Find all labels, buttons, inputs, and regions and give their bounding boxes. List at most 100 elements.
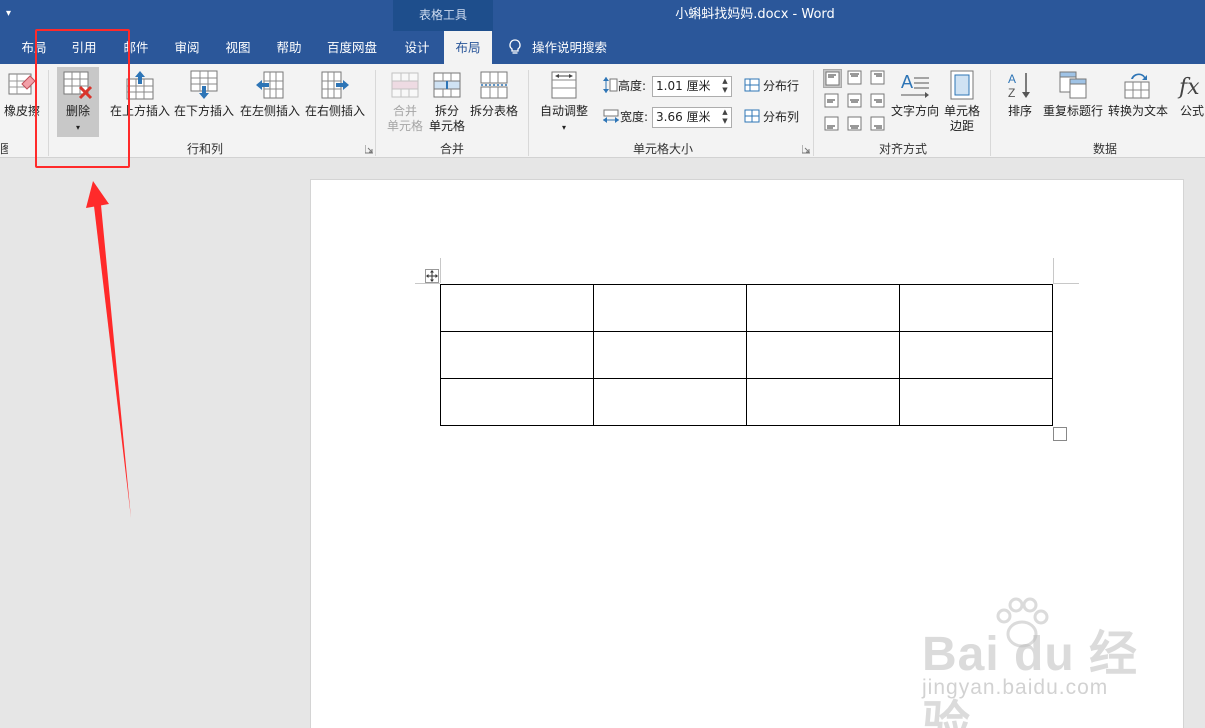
insert-right-button[interactable]: 在右侧插入 bbox=[304, 70, 366, 119]
distribute-columns-icon bbox=[744, 109, 760, 123]
split-table-icon bbox=[480, 71, 508, 99]
insert-left-button[interactable]: 在左侧插入 bbox=[240, 70, 300, 119]
insert-right-label: 在右侧插入 bbox=[304, 104, 365, 118]
insert-column-left-icon bbox=[256, 71, 284, 99]
table-tools-context-label: 表格工具 bbox=[393, 0, 493, 31]
table-row[interactable] bbox=[440, 378, 1053, 426]
sort-icon: AZ bbox=[1008, 72, 1030, 100]
table-row[interactable] bbox=[440, 331, 1053, 379]
table-cell[interactable] bbox=[593, 331, 747, 379]
formula-button[interactable]: fx 公式 bbox=[1176, 70, 1205, 119]
table-cell[interactable] bbox=[899, 378, 1053, 426]
convert-to-text-label: 转换为文本 bbox=[1107, 104, 1168, 118]
tab-baidu-netdisk[interactable]: 百度网盘 bbox=[318, 31, 386, 64]
group-separator bbox=[990, 70, 991, 156]
spin-up-icon[interactable]: ▲ bbox=[722, 77, 727, 85]
merge-cells-icon bbox=[391, 72, 419, 98]
align-top-left-button[interactable] bbox=[823, 69, 842, 88]
table-cell[interactable] bbox=[440, 284, 594, 332]
autofit-icon bbox=[551, 71, 577, 99]
align-bottom-right-icon bbox=[870, 116, 885, 131]
align-middle-left-button[interactable] bbox=[823, 92, 842, 111]
table-move-handle[interactable] bbox=[425, 269, 439, 283]
convert-to-text-icon bbox=[1124, 73, 1150, 99]
table-cell[interactable] bbox=[593, 378, 747, 426]
tab-help[interactable]: 帮助 bbox=[265, 31, 313, 64]
row-height-icon bbox=[603, 77, 618, 93]
table-cell[interactable] bbox=[746, 331, 900, 379]
align-middle-right-button[interactable] bbox=[869, 92, 888, 111]
align-top-center-button[interactable] bbox=[846, 69, 865, 88]
merge-cells-button[interactable]: 合并 单元格 bbox=[384, 70, 426, 134]
spin-down-icon[interactable]: ▼ bbox=[722, 86, 727, 94]
column-width-icon bbox=[603, 109, 619, 123]
table-resize-handle[interactable] bbox=[1053, 427, 1067, 441]
align-middle-right-icon bbox=[870, 93, 885, 108]
distribute-columns-button[interactable]: 分布列 bbox=[744, 107, 799, 127]
align-bottom-center-button[interactable] bbox=[846, 115, 865, 134]
document-table[interactable] bbox=[440, 284, 1053, 426]
table-cell[interactable] bbox=[899, 284, 1053, 332]
margin-guide bbox=[440, 258, 441, 283]
cell-margins-label-1: 单元格 bbox=[943, 104, 980, 118]
split-table-label: 拆分表格 bbox=[469, 104, 518, 118]
formula-label: 公式 bbox=[1179, 104, 1204, 118]
tab-table-design[interactable]: 设计 bbox=[393, 31, 441, 64]
convert-to-text-button[interactable]: 转换为文本 bbox=[1107, 70, 1169, 119]
split-cells-label-1: 拆分 bbox=[434, 104, 459, 118]
draw-group-label: 图 bbox=[0, 142, 8, 156]
table-cell[interactable] bbox=[746, 284, 900, 332]
insert-below-button[interactable]: 在下方插入 bbox=[174, 70, 234, 119]
autofit-button[interactable]: 自动调整 ▾ bbox=[538, 70, 590, 135]
rows-columns-group-label: 行和列 bbox=[186, 142, 223, 156]
align-middle-center-button[interactable] bbox=[846, 92, 865, 111]
row-height-value: 1.01 厘米 bbox=[656, 79, 711, 93]
row-height-spinner[interactable]: ▲ ▼ bbox=[719, 77, 731, 96]
tell-me-search[interactable]: 操作说明搜索 bbox=[508, 31, 607, 64]
group-separator bbox=[375, 70, 376, 156]
align-top-right-button[interactable] bbox=[869, 69, 888, 88]
distribute-rows-icon bbox=[744, 78, 760, 92]
margin-guide bbox=[1053, 258, 1054, 283]
table-cell[interactable] bbox=[746, 378, 900, 426]
column-width-input[interactable]: 3.66 厘米 ▲ ▼ bbox=[652, 107, 732, 128]
merge-group-label: 合并 bbox=[439, 142, 464, 156]
row-height-label: 高度: bbox=[602, 76, 646, 96]
insert-below-label: 在下方插入 bbox=[174, 104, 235, 118]
baidu-watermark: Bai du 经验 jingyan.baidu.com bbox=[922, 597, 1172, 728]
dialog-launcher-icon[interactable] bbox=[365, 145, 374, 154]
sort-button[interactable]: AZ 排序 bbox=[1004, 70, 1036, 119]
align-bottom-left-button[interactable] bbox=[823, 115, 842, 134]
table-cell[interactable] bbox=[440, 331, 594, 379]
tab-table-layout[interactable]: 布局 bbox=[444, 31, 492, 64]
table-cell[interactable] bbox=[440, 378, 594, 426]
text-direction-button[interactable]: A 文字方向 bbox=[890, 70, 940, 119]
cell-margins-button[interactable]: 单元格 边距 bbox=[942, 70, 982, 134]
spin-down-icon[interactable]: ▼ bbox=[722, 117, 727, 125]
insert-left-label: 在左侧插入 bbox=[240, 104, 301, 118]
tab-view[interactable]: 视图 bbox=[214, 31, 262, 64]
column-width-spinner[interactable]: ▲ ▼ bbox=[719, 108, 731, 127]
tab-review[interactable]: 审阅 bbox=[163, 31, 211, 64]
ribbon: 橡皮擦 图 删除 ▾ 在上方插入 在下方插入 在左侧插入 在右侧插入 行和列 合并… bbox=[0, 64, 1205, 158]
chevron-down-icon: ▾ bbox=[561, 123, 566, 132]
table-cell[interactable] bbox=[593, 284, 747, 332]
text-direction-icon: A bbox=[901, 72, 929, 98]
repeat-header-rows-button[interactable]: 重复标题行 bbox=[1042, 70, 1104, 119]
split-cells-button[interactable]: 拆分 单元格 bbox=[428, 70, 466, 134]
cell-margins-icon bbox=[950, 70, 974, 100]
split-table-button[interactable]: 拆分表格 bbox=[469, 70, 519, 119]
distribute-rows-button[interactable]: 分布行 bbox=[744, 76, 799, 96]
spin-up-icon[interactable]: ▲ bbox=[722, 108, 727, 116]
align-top-left-icon bbox=[825, 71, 840, 86]
table-row[interactable] bbox=[440, 284, 1053, 332]
align-bottom-right-button[interactable] bbox=[869, 115, 888, 134]
table-cell[interactable] bbox=[899, 331, 1053, 379]
split-cells-label-2: 单元格 bbox=[428, 119, 465, 133]
quick-access-customize-button[interactable]: ▾ bbox=[6, 8, 11, 19]
svg-text:A: A bbox=[1008, 72, 1016, 86]
dialog-launcher-icon[interactable] bbox=[802, 145, 811, 154]
align-bottom-center-icon bbox=[847, 116, 862, 131]
formula-icon: fx bbox=[1177, 75, 1200, 100]
row-height-input[interactable]: 1.01 厘米 ▲ ▼ bbox=[652, 76, 732, 97]
